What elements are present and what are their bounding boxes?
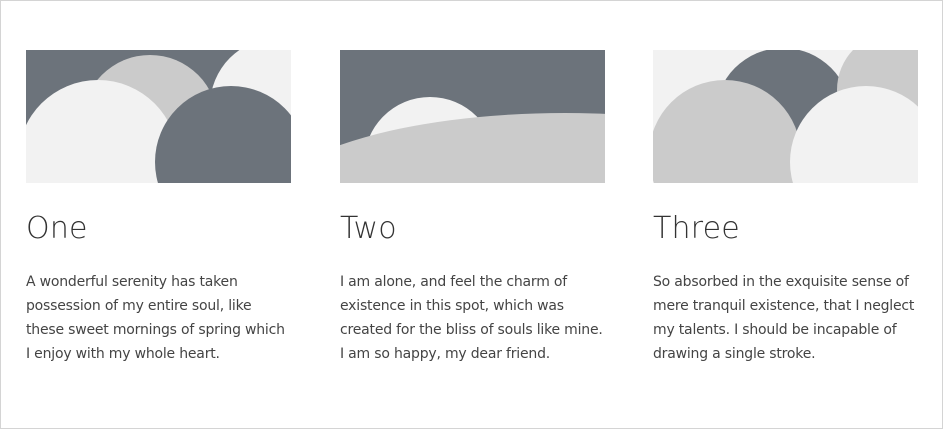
- card-one-image: [26, 50, 291, 183]
- card-three-title: Three: [653, 211, 740, 246]
- card-three-image: [653, 50, 918, 183]
- card-three: Three So absorbed in the exquisite sense…: [653, 50, 918, 362]
- card-two-text: I am alone, and feel the charm of existe…: [340, 274, 603, 362]
- page-container: One A wonderful serenity has taken posse…: [0, 0, 943, 429]
- card-one-title: One: [26, 211, 88, 246]
- card-two-image: [340, 50, 605, 183]
- card-two: Two I am alone, and feel the charm of ex…: [340, 50, 605, 362]
- card-one: One A wonderful serenity has taken posse…: [26, 50, 291, 362]
- card-one-text: A wonderful serenity has taken possessio…: [26, 274, 285, 362]
- card-two-title: Two: [340, 211, 397, 246]
- card-three-text: So absorbed in the exquisite sense of me…: [653, 274, 915, 362]
